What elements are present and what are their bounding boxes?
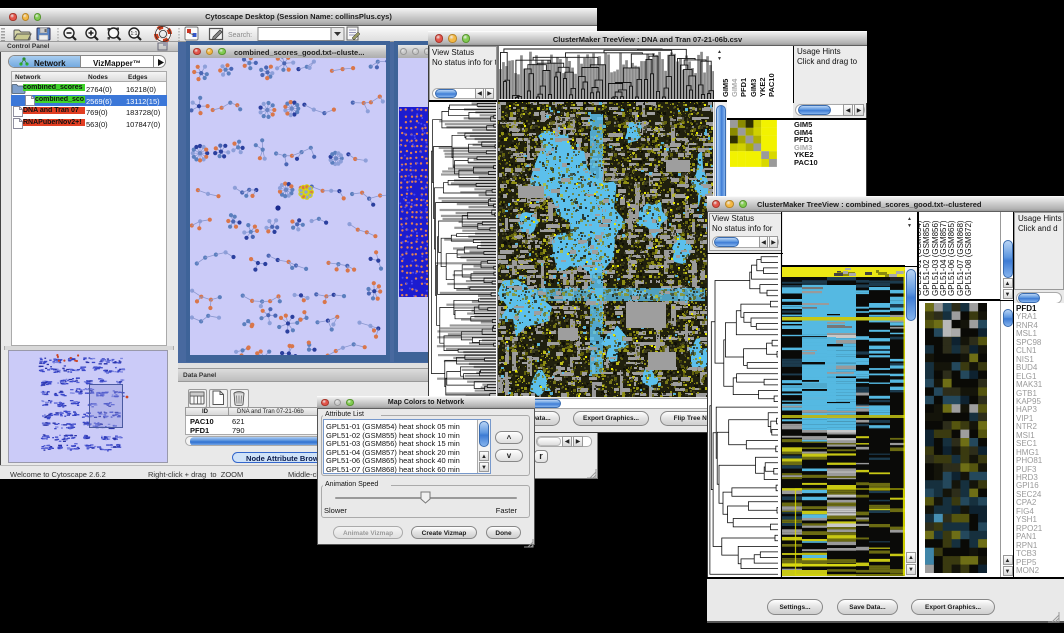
svg-text:1:1: 1:1 <box>131 31 138 37</box>
svg-text:Search:: Search: <box>228 32 252 39</box>
